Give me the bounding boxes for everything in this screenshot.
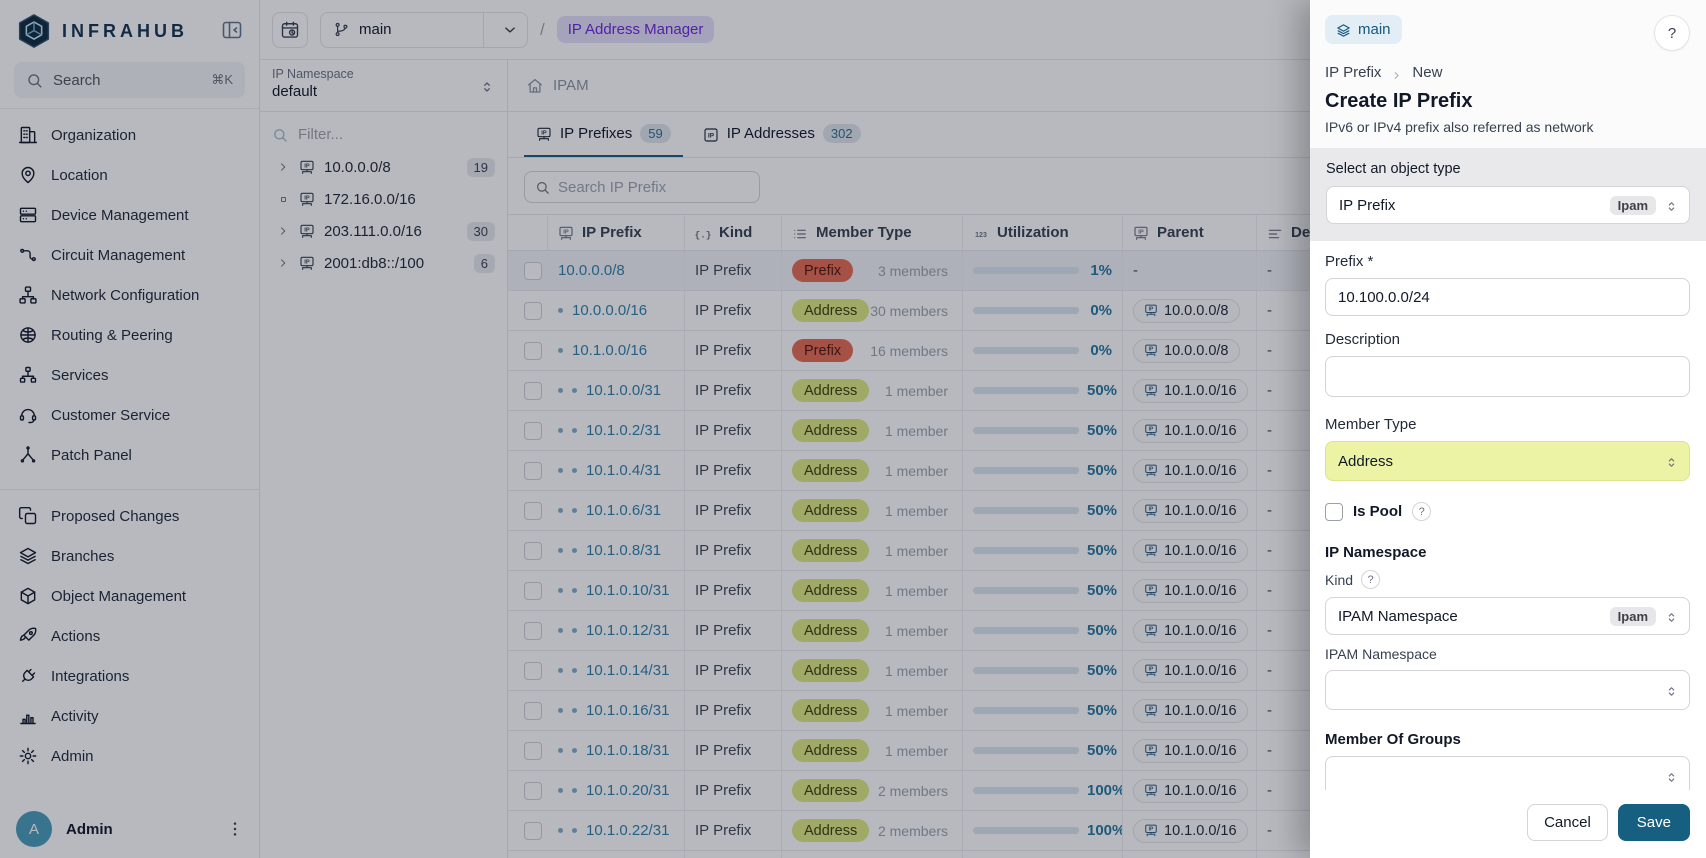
branch-badge-label: main <box>1358 21 1391 38</box>
drawer-header: main ? IP Prefix New Create IP Prefix IPv… <box>1310 0 1706 148</box>
is-pool-field: Is Pool ? <box>1325 502 1690 521</box>
prefix-input[interactable] <box>1325 278 1690 316</box>
branch-badge[interactable]: main <box>1325 15 1402 44</box>
ipam-chip: Ipam <box>1610 196 1656 215</box>
create-ip-prefix-drawer: main ? IP Prefix New Create IP Prefix IPv… <box>1310 0 1706 858</box>
updown-chevron-icon <box>1664 769 1679 784</box>
description-input[interactable] <box>1325 356 1690 397</box>
breadcrumb-item-ip-prefix[interactable]: IP Prefix <box>1325 64 1381 81</box>
cancel-button[interactable]: Cancel <box>1527 804 1608 841</box>
kind-label: Kind <box>1325 572 1353 588</box>
updown-chevron-icon <box>1664 454 1679 469</box>
object-type-section: Select an object type IP Prefix Ipam <box>1310 148 1706 241</box>
updown-chevron-icon <box>1664 683 1679 698</box>
ipam-namespace-select[interactable] <box>1325 670 1690 710</box>
drawer-form: Prefix * Description Member Type Address… <box>1310 241 1706 790</box>
drawer-breadcrumb: IP Prefix New <box>1325 64 1690 81</box>
kind-select[interactable]: IPAM Namespace Ipam <box>1325 597 1690 635</box>
modal-overlay[interactable] <box>0 0 1310 858</box>
object-type-label: Select an object type <box>1326 161 1690 177</box>
member-type-select[interactable]: Address <box>1325 441 1690 481</box>
is-pool-help-icon[interactable]: ? <box>1412 502 1431 521</box>
ipam-namespace-field-label: IPAM Namespace <box>1325 646 1690 662</box>
help-button[interactable]: ? <box>1654 15 1690 51</box>
ip-namespace-section-heading: IP Namespace <box>1325 544 1690 561</box>
member-of-groups-select[interactable] <box>1325 756 1690 790</box>
infrahub-app: INFRAHUB Search ⌘K OrganizationLocationD… <box>0 0 1706 858</box>
updown-chevron-icon <box>1664 609 1679 624</box>
chevron-right-icon <box>1390 66 1403 79</box>
ipam-chip: Ipam <box>1610 607 1656 626</box>
updown-chevron-icon <box>1664 198 1679 213</box>
layers-icon <box>1336 21 1351 38</box>
description-field-label: Description <box>1325 331 1690 348</box>
kind-help-icon[interactable]: ? <box>1361 570 1380 589</box>
drawer-title: Create IP Prefix <box>1325 90 1690 113</box>
drawer-footer: Cancel Save <box>1310 790 1706 858</box>
member-type-value: Address <box>1338 453 1656 470</box>
kind-value: IPAM Namespace <box>1338 608 1602 625</box>
member-type-field-label: Member Type <box>1325 416 1690 433</box>
prefix-field-label: Prefix * <box>1325 253 1690 270</box>
is-pool-label: Is Pool <box>1353 503 1402 520</box>
is-pool-checkbox[interactable] <box>1325 503 1343 521</box>
save-button[interactable]: Save <box>1618 804 1690 841</box>
member-of-groups-label: Member Of Groups <box>1325 731 1690 748</box>
object-type-value: IP Prefix <box>1339 197 1602 214</box>
breadcrumb-item-new[interactable]: New <box>1412 64 1442 81</box>
drawer-subtitle: IPv6 or IPv4 prefix also referred as net… <box>1325 119 1690 135</box>
object-type-select[interactable]: IP Prefix Ipam <box>1326 186 1690 224</box>
